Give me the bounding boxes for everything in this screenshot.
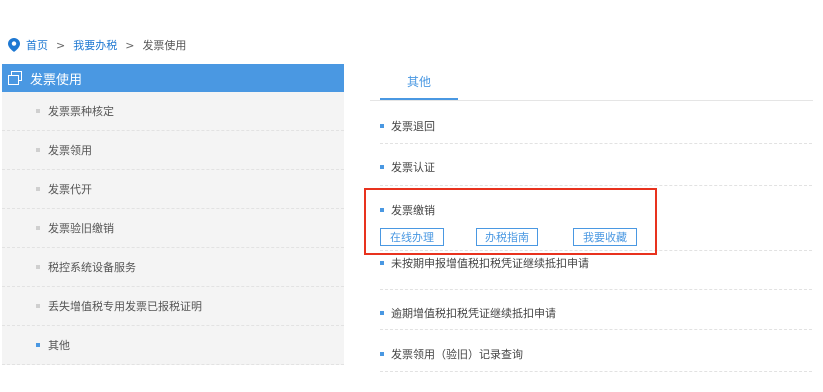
item-label: 未按期申报增值税扣税凭证继续抵扣申请: [391, 257, 589, 270]
bullet-icon: [36, 187, 40, 191]
item-link[interactable]: 发票退回: [380, 118, 812, 134]
sidebar-item-other[interactable]: 其他: [2, 326, 344, 365]
bullet-icon: [36, 304, 40, 308]
window-icon: [8, 71, 22, 85]
bullet-icon: [36, 343, 40, 347]
sidebar-item-label: 其他: [48, 339, 70, 352]
add-favorite-button[interactable]: 我要收藏: [573, 228, 637, 246]
sidebar-header: 发票使用: [2, 64, 344, 92]
sidebar-item-lost-vat-invoice-certificate[interactable]: 丢失增值税专用发票已报税证明: [2, 287, 344, 326]
location-pin-icon: [8, 38, 20, 52]
sidebar-item-label: 发票票种核定: [48, 105, 114, 118]
bullet-icon: [380, 352, 384, 356]
list-item: 发票退回: [380, 101, 812, 144]
sidebar-item-label: 发票验旧缴销: [48, 222, 114, 235]
list-item-expanded: 发票缴销 在线办理 办税指南 我要收藏: [380, 186, 812, 251]
bullet-icon: [380, 311, 384, 315]
bullet-icon: [380, 165, 384, 169]
sidebar-item-label: 税控系统设备服务: [48, 261, 136, 274]
breadcrumb-separator: >: [56, 38, 66, 52]
sidebar-item-label: 发票代开: [48, 183, 92, 196]
item-actions: 在线办理 办税指南 我要收藏: [380, 228, 812, 246]
tab-other[interactable]: 其他: [380, 64, 458, 100]
item-link[interactable]: 发票领用（验旧）记录查询: [380, 346, 812, 362]
sidebar-item-label: 发票领用: [48, 144, 92, 157]
sidebar-item-invoice-collection[interactable]: 发票领用: [2, 131, 344, 170]
bullet-icon: [380, 124, 384, 128]
item-link[interactable]: 发票缴销: [380, 202, 812, 218]
online-handle-button[interactable]: 在线办理: [380, 228, 444, 246]
sidebar-item-tax-control-device-service[interactable]: 税控系统设备服务: [2, 248, 344, 287]
bullet-icon: [380, 208, 384, 212]
tax-guide-button[interactable]: 办税指南: [476, 228, 538, 246]
item-link[interactable]: 未按期申报增值税扣税凭证继续抵扣申请: [380, 255, 812, 271]
bullet-icon: [36, 226, 40, 230]
sidebar-item-invoice-verification-cancellation[interactable]: 发票验旧缴销: [2, 209, 344, 248]
breadcrumb-current: 发票使用: [142, 39, 187, 52]
item-label: 逾期增值税扣税凭证继续抵扣申请: [391, 307, 556, 320]
bullet-icon: [36, 265, 40, 269]
sidebar-item-invoice-type-approval[interactable]: 发票票种核定: [2, 92, 344, 131]
list-item: 逾期增值税扣税凭证继续抵扣申请: [380, 290, 812, 330]
main-content: 其他 发票退回 发票认证 发票缴销 在线办理 办税指南 我要收藏 未按期申报增值…: [370, 64, 813, 372]
list-item: 未按期申报增值税扣税凭证继续抵扣申请: [380, 251, 812, 290]
item-label: 发票领用（验旧）记录查询: [391, 348, 523, 361]
sidebar-title: 发票使用: [30, 72, 83, 88]
tab-bar: 其他: [370, 64, 813, 101]
bullet-icon: [36, 148, 40, 152]
breadcrumb-home-link[interactable]: 首页: [26, 37, 48, 53]
sidebar-item-label: 丢失增值税专用发票已报税证明: [48, 300, 202, 313]
item-label: 发票退回: [391, 120, 435, 133]
bullet-icon: [36, 109, 40, 113]
bullet-icon: [380, 261, 384, 265]
item-link[interactable]: 发票认证: [380, 159, 812, 175]
sidebar-list: 发票票种核定 发票领用 发票代开 发票验旧缴销 税控系统设备服务 丢失增值税专用…: [2, 92, 344, 365]
list-item: 发票领用（验旧）记录查询: [380, 330, 812, 372]
item-label: 发票缴销: [391, 204, 435, 217]
breadcrumb-separator: >: [125, 38, 135, 52]
sidebar: 发票使用 发票票种核定 发票领用 发票代开 发票验旧缴销 税控系统设备服务 丢失…: [2, 64, 344, 365]
item-label: 发票认证: [391, 161, 435, 174]
breadcrumb-parent-link[interactable]: 我要办税: [73, 37, 117, 53]
item-link[interactable]: 逾期增值税扣税凭证继续抵扣申请: [380, 305, 812, 321]
list-item: 发票认证: [380, 144, 812, 186]
breadcrumb: 首页 > 我要办税 > 发票使用: [8, 37, 186, 53]
sidebar-item-invoice-issuing[interactable]: 发票代开: [2, 170, 344, 209]
